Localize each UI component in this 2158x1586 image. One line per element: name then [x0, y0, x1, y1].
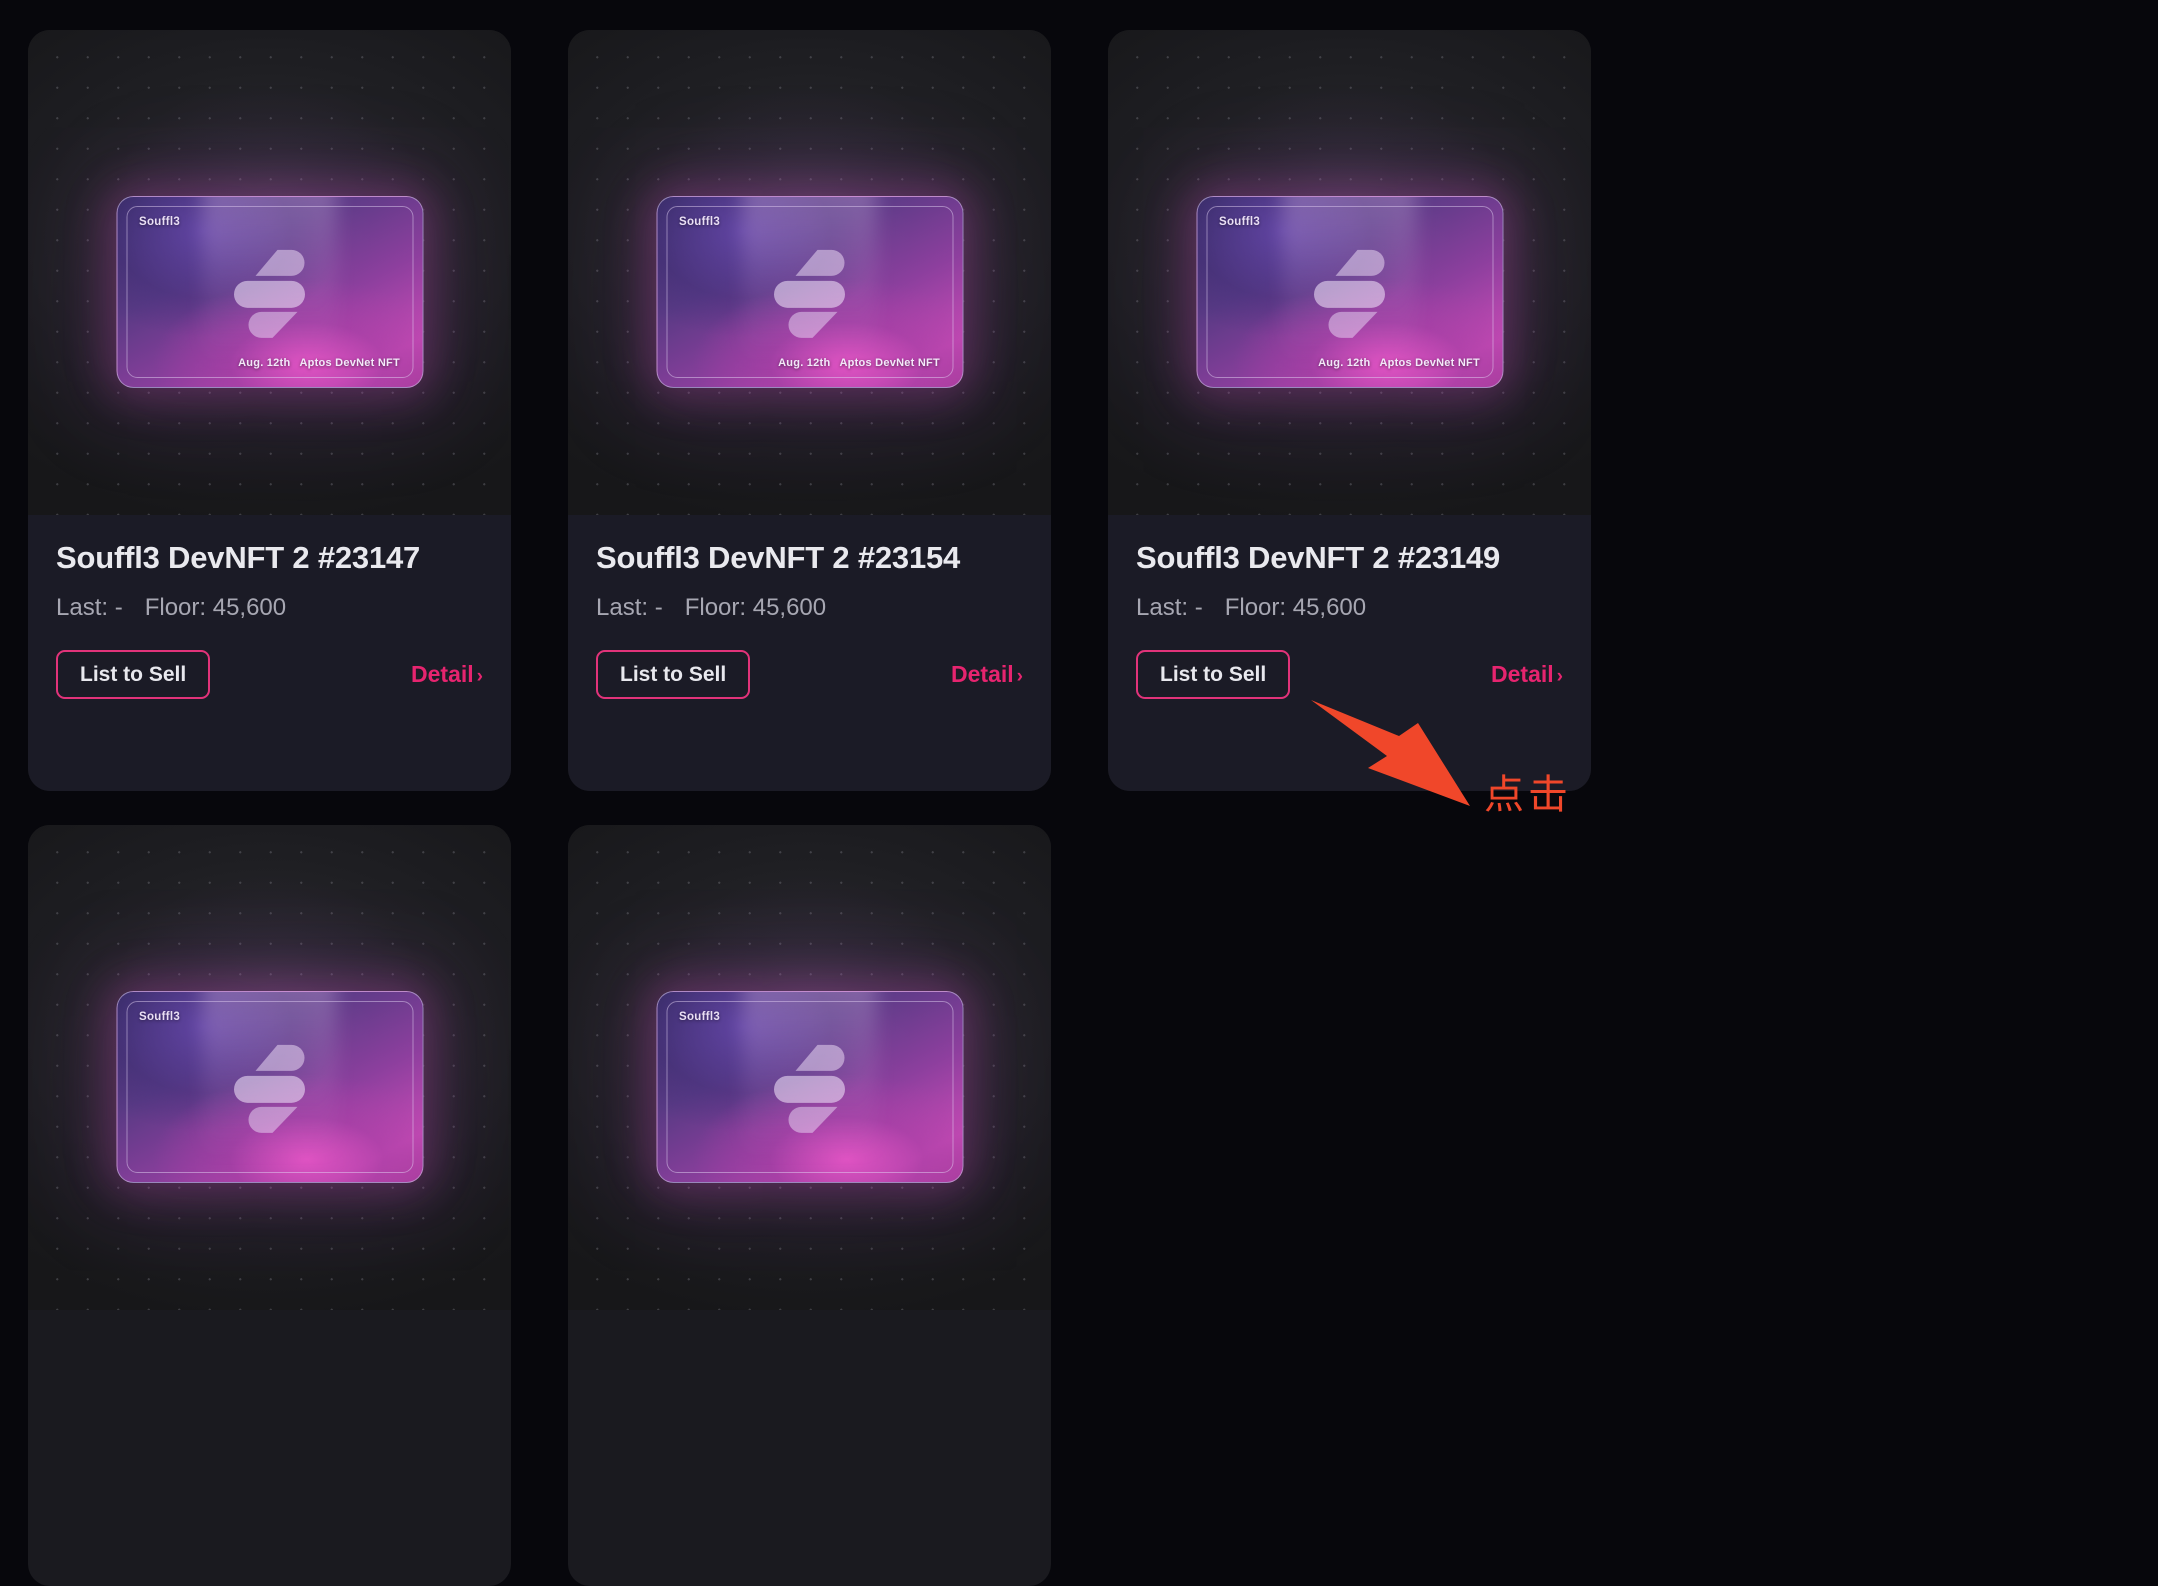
nft-card-actions: List to Sell Detail ›: [56, 650, 483, 699]
detail-link-label: Detail: [411, 661, 474, 687]
detail-link-label: Detail: [1491, 661, 1554, 687]
nft-card-stats: Last: - Floor: 45,600: [1136, 594, 1563, 622]
chevron-right-icon: ›: [1016, 666, 1023, 687]
souffl3-logo-icon: [1314, 249, 1385, 338]
detail-link[interactable]: Detail ›: [411, 661, 483, 688]
nft-card-info: Souffl3 DevNFT 2 #23147 Last: - Floor: 45…: [28, 515, 511, 791]
nft-brand-label: Souffl3: [679, 216, 721, 228]
nft-card-stats: Last: - Floor: 45,600: [596, 594, 1023, 622]
list-to-sell-button[interactable]: List to Sell: [56, 650, 211, 699]
chevron-right-icon: ›: [1556, 666, 1563, 687]
nft-card-actions: List to Sell Detail ›: [596, 650, 1023, 699]
nft-card-grid: Souffl3 Aug. 12th Aptos DevNet NFT Souffl…: [0, 0, 2158, 1586]
nft-card-title: Souffl3 DevNFT 2 #23147: [56, 540, 421, 575]
souffl3-logo-icon: [234, 249, 305, 338]
nft-card-info: Souffl3 DevNFT 2 #23149 Last: - Floor: 45…: [1108, 515, 1591, 791]
nft-card[interactable]: Souffl3 Aug. 12th Aptos DevNet NFT Souffl…: [1108, 30, 1591, 791]
last-price: Last: -: [1136, 594, 1203, 621]
nft-footer-label: Aptos DevNet NFT: [1379, 357, 1480, 369]
chevron-right-icon: ›: [476, 666, 483, 687]
nft-footer-text: Aug. 12th Aptos DevNet NFT: [238, 357, 400, 369]
nft-card[interactable]: Souffl3: [28, 825, 511, 1586]
floor-price: Floor: 45,600: [144, 594, 287, 621]
nft-card-info: Souffl3 DevNFT 2 #23154 Last: - Floor: 45…: [568, 515, 1051, 791]
nft-card-actions: List to Sell Detail ›: [1136, 650, 1563, 699]
nft-ticket-graphic: Souffl3 Aug. 12th Aptos DevNet NFT: [116, 196, 423, 388]
nft-ticket-graphic: Souffl3 Aug. 12th Aptos DevNet NFT: [1196, 196, 1503, 388]
nft-card[interactable]: Souffl3 Aug. 12th Aptos DevNet NFT Souffl…: [28, 30, 511, 791]
nft-artwork-area: Souffl3 Aug. 12th Aptos DevNet NFT: [28, 30, 511, 515]
nft-card-title: Souffl3 DevNFT 2 #23154: [596, 540, 961, 575]
detail-link[interactable]: Detail ›: [951, 661, 1023, 688]
nft-footer-text: Aug. 12th Aptos DevNet NFT: [1318, 357, 1480, 369]
detail-link-label: Detail: [951, 661, 1014, 687]
nft-ticket-graphic: Souffl3: [116, 991, 423, 1183]
last-price: Last: -: [56, 594, 123, 621]
list-to-sell-button[interactable]: List to Sell: [596, 650, 751, 699]
nft-footer-date: Aug. 12th: [238, 357, 291, 369]
souffl3-logo-icon: [774, 1044, 845, 1133]
nft-footer-text: Aug. 12th Aptos DevNet NFT: [778, 357, 940, 369]
nft-brand-label: Souffl3: [679, 1011, 721, 1023]
nft-card-title: Souffl3 DevNFT 2 #23149: [1136, 540, 1501, 575]
last-price: Last: -: [596, 594, 663, 621]
nft-artwork-area: Souffl3 Aug. 12th Aptos DevNet NFT: [568, 30, 1051, 515]
souffl3-logo-icon: [774, 249, 845, 338]
nft-footer-label: Aptos DevNet NFT: [299, 357, 400, 369]
annotation-label: 点击: [1484, 772, 1572, 818]
nft-ticket-graphic: Souffl3: [656, 991, 963, 1183]
nft-footer-label: Aptos DevNet NFT: [839, 357, 940, 369]
list-to-sell-button[interactable]: List to Sell: [1136, 650, 1291, 699]
nft-ticket-graphic: Souffl3 Aug. 12th Aptos DevNet NFT: [656, 196, 963, 388]
nft-artwork-area: Souffl3 Aug. 12th Aptos DevNet NFT: [1108, 30, 1591, 515]
nft-brand-label: Souffl3: [139, 1011, 181, 1023]
detail-link[interactable]: Detail ›: [1491, 661, 1563, 688]
souffl3-logo-icon: [234, 1044, 305, 1133]
nft-footer-date: Aug. 12th: [1318, 357, 1371, 369]
nft-brand-label: Souffl3: [139, 216, 181, 228]
nft-footer-date: Aug. 12th: [778, 357, 831, 369]
nft-artwork-area: Souffl3: [568, 825, 1051, 1310]
floor-price: Floor: 45,600: [1224, 594, 1367, 621]
floor-price: Floor: 45,600: [684, 594, 827, 621]
nft-brand-label: Souffl3: [1219, 216, 1261, 228]
nft-card[interactable]: Souffl3 Aug. 12th Aptos DevNet NFT Souffl…: [568, 30, 1051, 791]
nft-artwork-area: Souffl3: [28, 825, 511, 1310]
nft-card[interactable]: Souffl3: [568, 825, 1051, 1586]
nft-card-stats: Last: - Floor: 45,600: [56, 594, 483, 622]
